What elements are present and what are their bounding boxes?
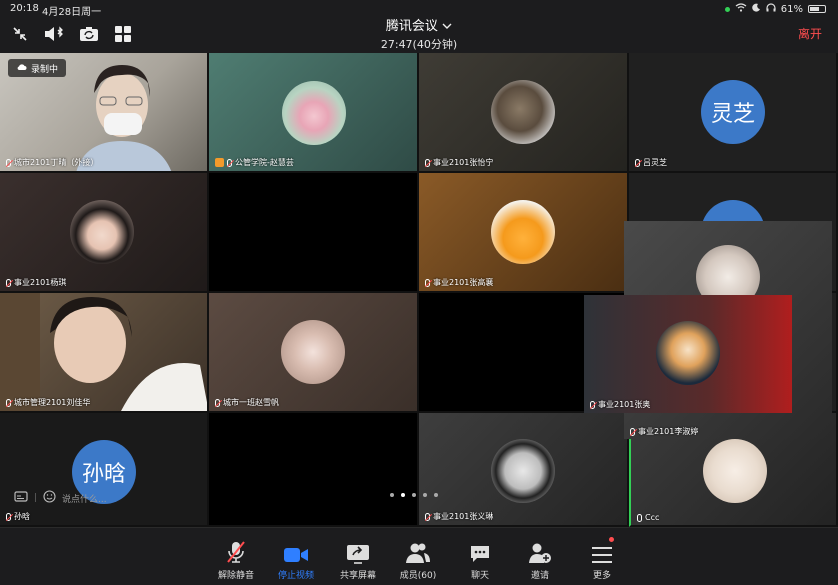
- participant-name-bar: 事业2101张义琳: [425, 511, 493, 522]
- participant-name-bar: 事业2101张奥: [590, 399, 650, 410]
- emoji-icon[interactable]: [43, 490, 56, 506]
- bottom-toolbar: 解除静音 停止视频 共享屏幕 成员(60) 聊天 邀请 更多: [0, 527, 838, 585]
- leave-button[interactable]: 离开: [798, 25, 822, 42]
- participant-avatar: [491, 439, 555, 503]
- mic-muted-icon: [227, 158, 232, 167]
- video-tile[interactable]: 事业2101张高襄: [419, 173, 629, 293]
- stop-video-button[interactable]: 停止视频: [266, 538, 326, 581]
- meeting-title-block[interactable]: 腾讯会议 27:47(40分钟): [0, 15, 838, 52]
- cloud-icon: [16, 63, 27, 74]
- wifi-icon: [735, 3, 747, 15]
- recording-badge: 录制中: [8, 59, 67, 77]
- video-tile[interactable]: 孙晗 孙晗: [0, 413, 209, 527]
- page-dot[interactable]: [434, 493, 438, 497]
- camera-in-use-icon: [724, 6, 730, 12]
- mic-off-icon: [206, 538, 266, 564]
- mic-muted-icon: [630, 427, 635, 436]
- invite-button[interactable]: 邀请: [510, 538, 570, 581]
- moon-icon: [752, 3, 761, 15]
- share-screen-icon: [328, 538, 388, 564]
- top-toolbar: 腾讯会议 27:47(40分钟) 离开: [0, 18, 838, 52]
- mic-muted-icon: [6, 278, 11, 287]
- participant-text-avatar: 灵芝: [701, 80, 765, 144]
- host-badge-icon: [215, 158, 224, 167]
- participant-name-bar: 吕灵芝: [635, 157, 667, 168]
- participant-name-bar: 城市2101丁晴（外接）: [6, 157, 98, 168]
- video-tile-empty: [209, 413, 419, 527]
- video-tile[interactable]: 事业2101杨琪: [0, 173, 209, 293]
- more-button[interactable]: 更多: [572, 537, 632, 581]
- more-icon: [572, 537, 632, 564]
- mic-muted-icon: [215, 398, 220, 407]
- participant-avatar: [491, 80, 555, 144]
- headphones-icon: [766, 3, 776, 15]
- page-dot[interactable]: [423, 493, 427, 497]
- notification-dot: [609, 537, 614, 542]
- members-button[interactable]: 成员(60): [388, 538, 448, 581]
- participant-name-bar: 城市管理2101刘佳华: [6, 397, 90, 408]
- participant-avatar: [703, 439, 767, 503]
- participant-name-bar: 孙晗: [6, 511, 30, 522]
- chat-button[interactable]: 聊天: [450, 538, 510, 581]
- mic-muted-icon: [6, 158, 11, 167]
- video-grid: 录制中 城市2101丁晴（外接） 公管学院-赵慧芸 事业2101张怡宁 灵芝 吕…: [0, 53, 838, 527]
- mic-icon: [637, 513, 642, 522]
- status-time: 20:18: [10, 3, 39, 14]
- unmute-button[interactable]: 解除静音: [206, 538, 266, 581]
- participant-name-bar: 城市一班赵雪帆: [215, 397, 279, 408]
- mic-muted-icon: [6, 512, 11, 521]
- participant-avatar: [70, 200, 134, 264]
- divider: |: [34, 493, 38, 503]
- video-tile[interactable]: 事业2101张怡宁: [419, 53, 629, 173]
- status-right: 61%: [724, 3, 826, 15]
- participant-video: [0, 293, 207, 411]
- participant-name-bar: 事业2101张高襄: [425, 277, 493, 288]
- video-tile-empty: [209, 173, 419, 293]
- mic-muted-icon: [425, 512, 430, 521]
- chevron-down-icon: [442, 19, 452, 34]
- participant-name-bar: 事业2101杨琪: [6, 277, 66, 288]
- participant-avatar: [281, 320, 345, 384]
- participant-avatar: [656, 321, 720, 385]
- video-tile[interactable]: 灵芝 吕灵芝: [629, 53, 838, 173]
- video-tile[interactable]: 公管学院-赵慧芸: [209, 53, 419, 173]
- page-dot[interactable]: [412, 493, 416, 497]
- floating-video-tile[interactable]: 事业2101张奥: [584, 295, 792, 413]
- meeting-title[interactable]: 腾讯会议: [0, 15, 838, 34]
- share-screen-button[interactable]: 共享屏幕: [328, 538, 388, 581]
- battery-icon: [808, 5, 826, 13]
- page-dot-active[interactable]: [401, 493, 405, 497]
- chat-placeholder[interactable]: 说点什么...: [62, 492, 107, 505]
- page-dot[interactable]: [390, 493, 394, 497]
- participant-avatar: [282, 81, 346, 145]
- battery-percent: 61%: [780, 3, 803, 15]
- subtitle-icon[interactable]: [14, 490, 28, 506]
- participant-name-bar: 事业2101李淑婷: [630, 426, 698, 437]
- members-icon: [388, 538, 448, 564]
- participant-avatar: [491, 200, 555, 264]
- video-camera-icon: [266, 538, 326, 564]
- video-tile[interactable]: 城市一班赵雪帆: [209, 293, 419, 413]
- mic-muted-icon: [6, 398, 11, 407]
- participant-name-bar: 事业2101张怡宁: [425, 157, 493, 168]
- meeting-duration: 27:47(40分钟): [380, 38, 458, 51]
- video-tile[interactable]: 事业2101张义琳: [419, 413, 629, 527]
- mic-muted-icon: [635, 158, 640, 167]
- mic-muted-icon: [425, 158, 430, 167]
- participant-name-bar: Ccc: [637, 513, 659, 522]
- mic-muted-icon: [590, 400, 595, 409]
- invite-icon: [510, 538, 570, 564]
- chat-icon: [450, 538, 510, 564]
- video-tile[interactable]: 录制中 城市2101丁晴（外接）: [0, 53, 209, 173]
- chat-quick-input[interactable]: | 说点什么...: [14, 490, 107, 506]
- video-tile[interactable]: 城市管理2101刘佳华: [0, 293, 209, 413]
- participant-name-bar: 公管学院-赵慧芸: [215, 157, 294, 168]
- mic-muted-icon: [425, 278, 430, 287]
- page-indicator: [390, 493, 438, 497]
